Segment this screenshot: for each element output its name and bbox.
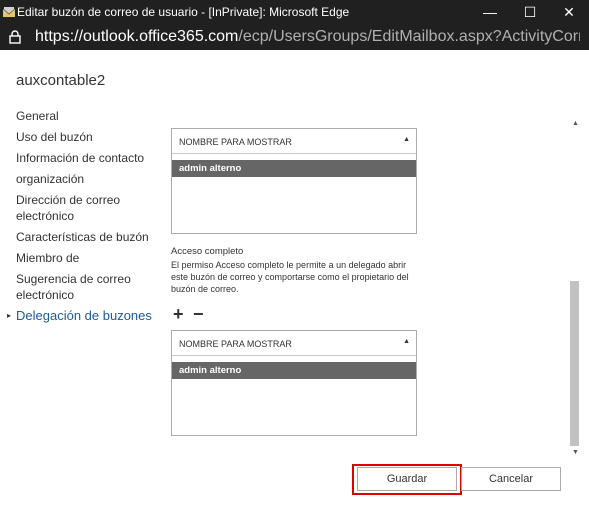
- list-item[interactable]: admin alterno: [172, 362, 416, 379]
- url-host: https://outlook.office365.com: [35, 28, 239, 45]
- scroll-down-icon[interactable]: ▼: [572, 449, 579, 456]
- full-access-label: Acceso completo: [171, 246, 244, 257]
- nav-item-mailbox-features[interactable]: Características de buzón: [16, 229, 156, 245]
- nav-item-mailtip-line2[interactable]: electrónico: [16, 287, 156, 303]
- send-as-list[interactable]: NOMBRE PARA MOSTRAR ▲ admin alterno: [171, 128, 417, 234]
- vertical-scrollbar[interactable]: ▲ ▼: [569, 120, 583, 460]
- cancel-button[interactable]: Cancelar: [461, 467, 561, 491]
- nav-item-label: Delegación de buzones: [16, 308, 152, 323]
- lock-icon[interactable]: [9, 30, 21, 44]
- column-header-label: NOMBRE PARA MOSTRAR: [179, 339, 292, 349]
- sort-ascending-icon: ▲: [403, 338, 410, 345]
- list-item-label: admin alterno: [179, 163, 242, 174]
- save-button[interactable]: Guardar: [357, 467, 457, 491]
- list-column-header[interactable]: NOMBRE PARA MOSTRAR ▲: [172, 129, 416, 154]
- window-title: Editar buzón de correo de usuario - [InP…: [17, 5, 350, 19]
- nav-item-email-address[interactable]: Dirección de correo: [16, 192, 156, 208]
- nav-item-contact-info[interactable]: Información de contacto: [16, 150, 156, 166]
- active-bullet-icon: ▸: [7, 311, 12, 320]
- page-content: auxcontable2 General Uso del buzón Infor…: [0, 50, 589, 517]
- add-icon[interactable]: +: [173, 304, 184, 325]
- list-item-label: admin alterno: [179, 365, 242, 376]
- nav-item-organization[interactable]: organización: [16, 171, 156, 187]
- window-titlebar: Editar buzón de correo de usuario - [InP…: [0, 0, 589, 24]
- nav-item-mailbox-delegation[interactable]: ▸ Delegación de buzones: [7, 308, 156, 324]
- scroll-up-icon[interactable]: ▲: [572, 120, 579, 127]
- remove-icon[interactable]: −: [193, 304, 204, 325]
- mail-window-icon: [3, 7, 15, 17]
- scrollbar-thumb[interactable]: [570, 281, 579, 446]
- address-bar: https://outlook.office365.com/ecp/UsersG…: [0, 24, 589, 50]
- full-access-description: El permiso Acceso completo le permite a …: [171, 260, 409, 294]
- list-item[interactable]: admin alterno: [172, 160, 416, 177]
- page-title: auxcontable2: [16, 72, 106, 89]
- nav-item-mailtip[interactable]: Sugerencia de correo: [16, 271, 156, 287]
- nav-item-email-address-line2[interactable]: electrónico: [16, 208, 156, 224]
- list-column-header[interactable]: NOMBRE PARA MOSTRAR ▲: [172, 331, 416, 356]
- close-button[interactable]: ✕: [549, 0, 589, 24]
- url-text[interactable]: https://outlook.office365.com/ecp/UsersG…: [35, 28, 580, 46]
- sort-ascending-icon: ▲: [403, 136, 410, 143]
- nav-item-general[interactable]: General: [16, 108, 156, 124]
- url-path: /ecp/UsersGroups/EditMailbox.aspx?Activi…: [238, 28, 580, 45]
- full-access-list[interactable]: NOMBRE PARA MOSTRAR ▲ admin alterno: [171, 330, 417, 436]
- minimize-button[interactable]: —: [470, 0, 510, 24]
- nav-item-mailbox-usage[interactable]: Uso del buzón: [16, 129, 156, 145]
- maximize-button[interactable]: ☐: [510, 0, 550, 24]
- nav-item-member-of[interactable]: Miembro de: [16, 250, 156, 266]
- column-header-label: NOMBRE PARA MOSTRAR: [179, 137, 292, 147]
